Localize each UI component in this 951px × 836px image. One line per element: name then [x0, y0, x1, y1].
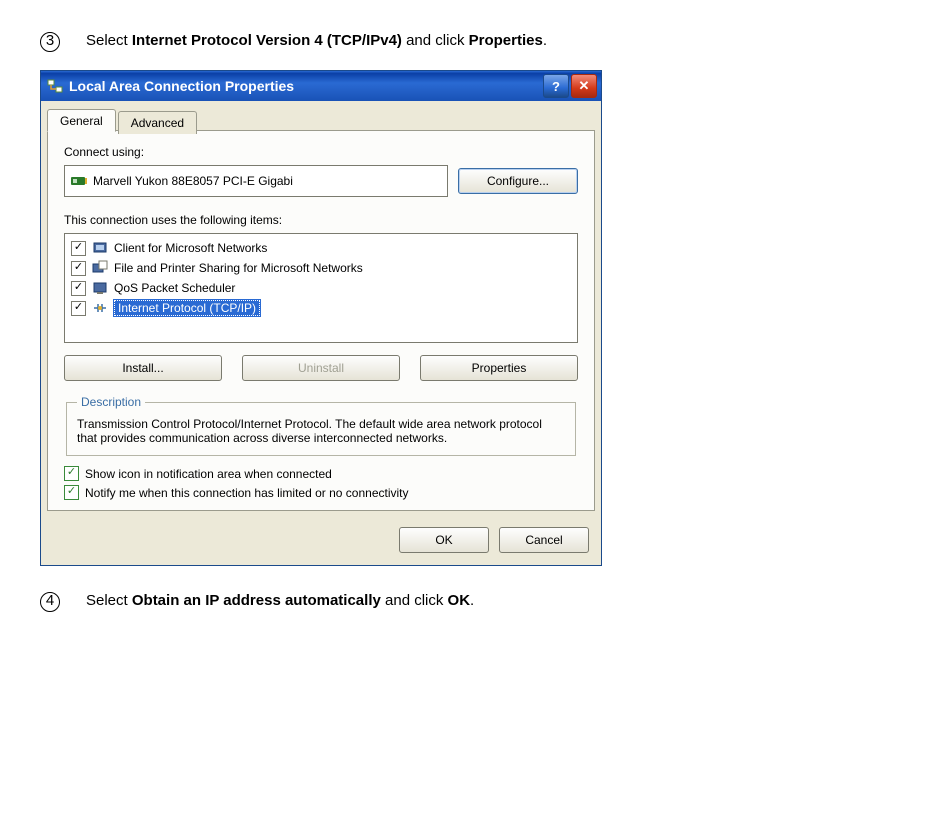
list-item-label: QoS Packet Scheduler	[114, 281, 235, 295]
list-item-label: Internet Protocol (TCP/IP)	[114, 300, 260, 316]
list-item-label: File and Printer Sharing for Microsoft N…	[114, 261, 363, 275]
instruction-step-3: 3 Select Internet Protocol Version 4 (TC…	[40, 30, 911, 52]
uninstall-button: Uninstall	[242, 355, 400, 381]
properties-button[interactable]: Properties	[420, 355, 578, 381]
description-text: Transmission Control Protocol/Internet P…	[77, 417, 565, 445]
description-legend: Description	[77, 395, 145, 409]
tabstrip: General Advanced	[41, 103, 601, 132]
step-number-4: 4	[40, 592, 60, 612]
adapter-name: Marvell Yukon 88E8057 PCI-E Gigabi	[93, 174, 293, 188]
list-item-label: Client for Microsoft Networks	[114, 241, 267, 255]
checkbox-icon[interactable]: ✓	[71, 261, 86, 276]
list-item[interactable]: ✓ Internet Protocol (TCP/IP)	[71, 298, 571, 318]
notify-label: Notify me when this connection has limit…	[85, 486, 409, 500]
list-item[interactable]: ✓ File and Printer Sharing for Microsoft…	[71, 258, 571, 278]
cancel-button[interactable]: Cancel	[499, 527, 589, 553]
items-label: This connection uses the following items…	[64, 213, 578, 227]
checkbox-icon[interactable]: ✓	[64, 466, 79, 481]
notify-checkbox-row[interactable]: ✓ Notify me when this connection has lim…	[64, 485, 578, 500]
configure-button[interactable]: Configure...	[458, 168, 578, 194]
tab-general[interactable]: General	[47, 109, 116, 132]
step-number-3: 3	[40, 32, 60, 52]
adapter-card-icon	[71, 175, 87, 187]
tab-advanced[interactable]: Advanced	[118, 111, 197, 134]
step-3-text: Select Internet Protocol Version 4 (TCP/…	[86, 30, 547, 51]
list-item[interactable]: ✓ Client for Microsoft Networks	[71, 238, 571, 258]
tab-page-general: Connect using: Marvell Yukon 88E8057 PCI…	[47, 130, 595, 511]
checkbox-icon[interactable]: ✓	[71, 281, 86, 296]
tcpip-icon	[92, 300, 108, 316]
dialog-bottom-buttons: OK Cancel	[41, 517, 601, 565]
checkbox-icon[interactable]: ✓	[71, 241, 86, 256]
dialog-title: Local Area Connection Properties	[69, 78, 543, 94]
step-4-text: Select Obtain an IP address automaticall…	[86, 590, 474, 611]
adapter-field[interactable]: Marvell Yukon 88E8057 PCI-E Gigabi	[64, 165, 448, 197]
client-icon	[92, 240, 108, 256]
connection-properties-dialog: Local Area Connection Properties ? ✕ Gen…	[40, 70, 602, 566]
help-button[interactable]: ?	[543, 74, 569, 98]
checkbox-icon[interactable]: ✓	[64, 485, 79, 500]
file-share-icon	[92, 260, 108, 276]
show-icon-label: Show icon in notification area when conn…	[85, 467, 332, 481]
show-icon-checkbox-row[interactable]: ✓ Show icon in notification area when co…	[64, 466, 578, 481]
description-group: Description Transmission Control Protoco…	[66, 395, 576, 456]
checkbox-icon[interactable]: ✓	[71, 301, 86, 316]
titlebar[interactable]: Local Area Connection Properties ? ✕	[41, 71, 601, 101]
install-button[interactable]: Install...	[64, 355, 222, 381]
instruction-step-4: 4 Select Obtain an IP address automatica…	[40, 590, 911, 612]
list-item[interactable]: ✓ QoS Packet Scheduler	[71, 278, 571, 298]
qos-icon	[92, 280, 108, 296]
ok-button[interactable]: OK	[399, 527, 489, 553]
connect-using-label: Connect using:	[64, 145, 578, 159]
connection-items-list[interactable]: ✓ Client for Microsoft Networks ✓ File a…	[64, 233, 578, 343]
close-button[interactable]: ✕	[571, 74, 597, 98]
connection-icon	[47, 78, 63, 94]
